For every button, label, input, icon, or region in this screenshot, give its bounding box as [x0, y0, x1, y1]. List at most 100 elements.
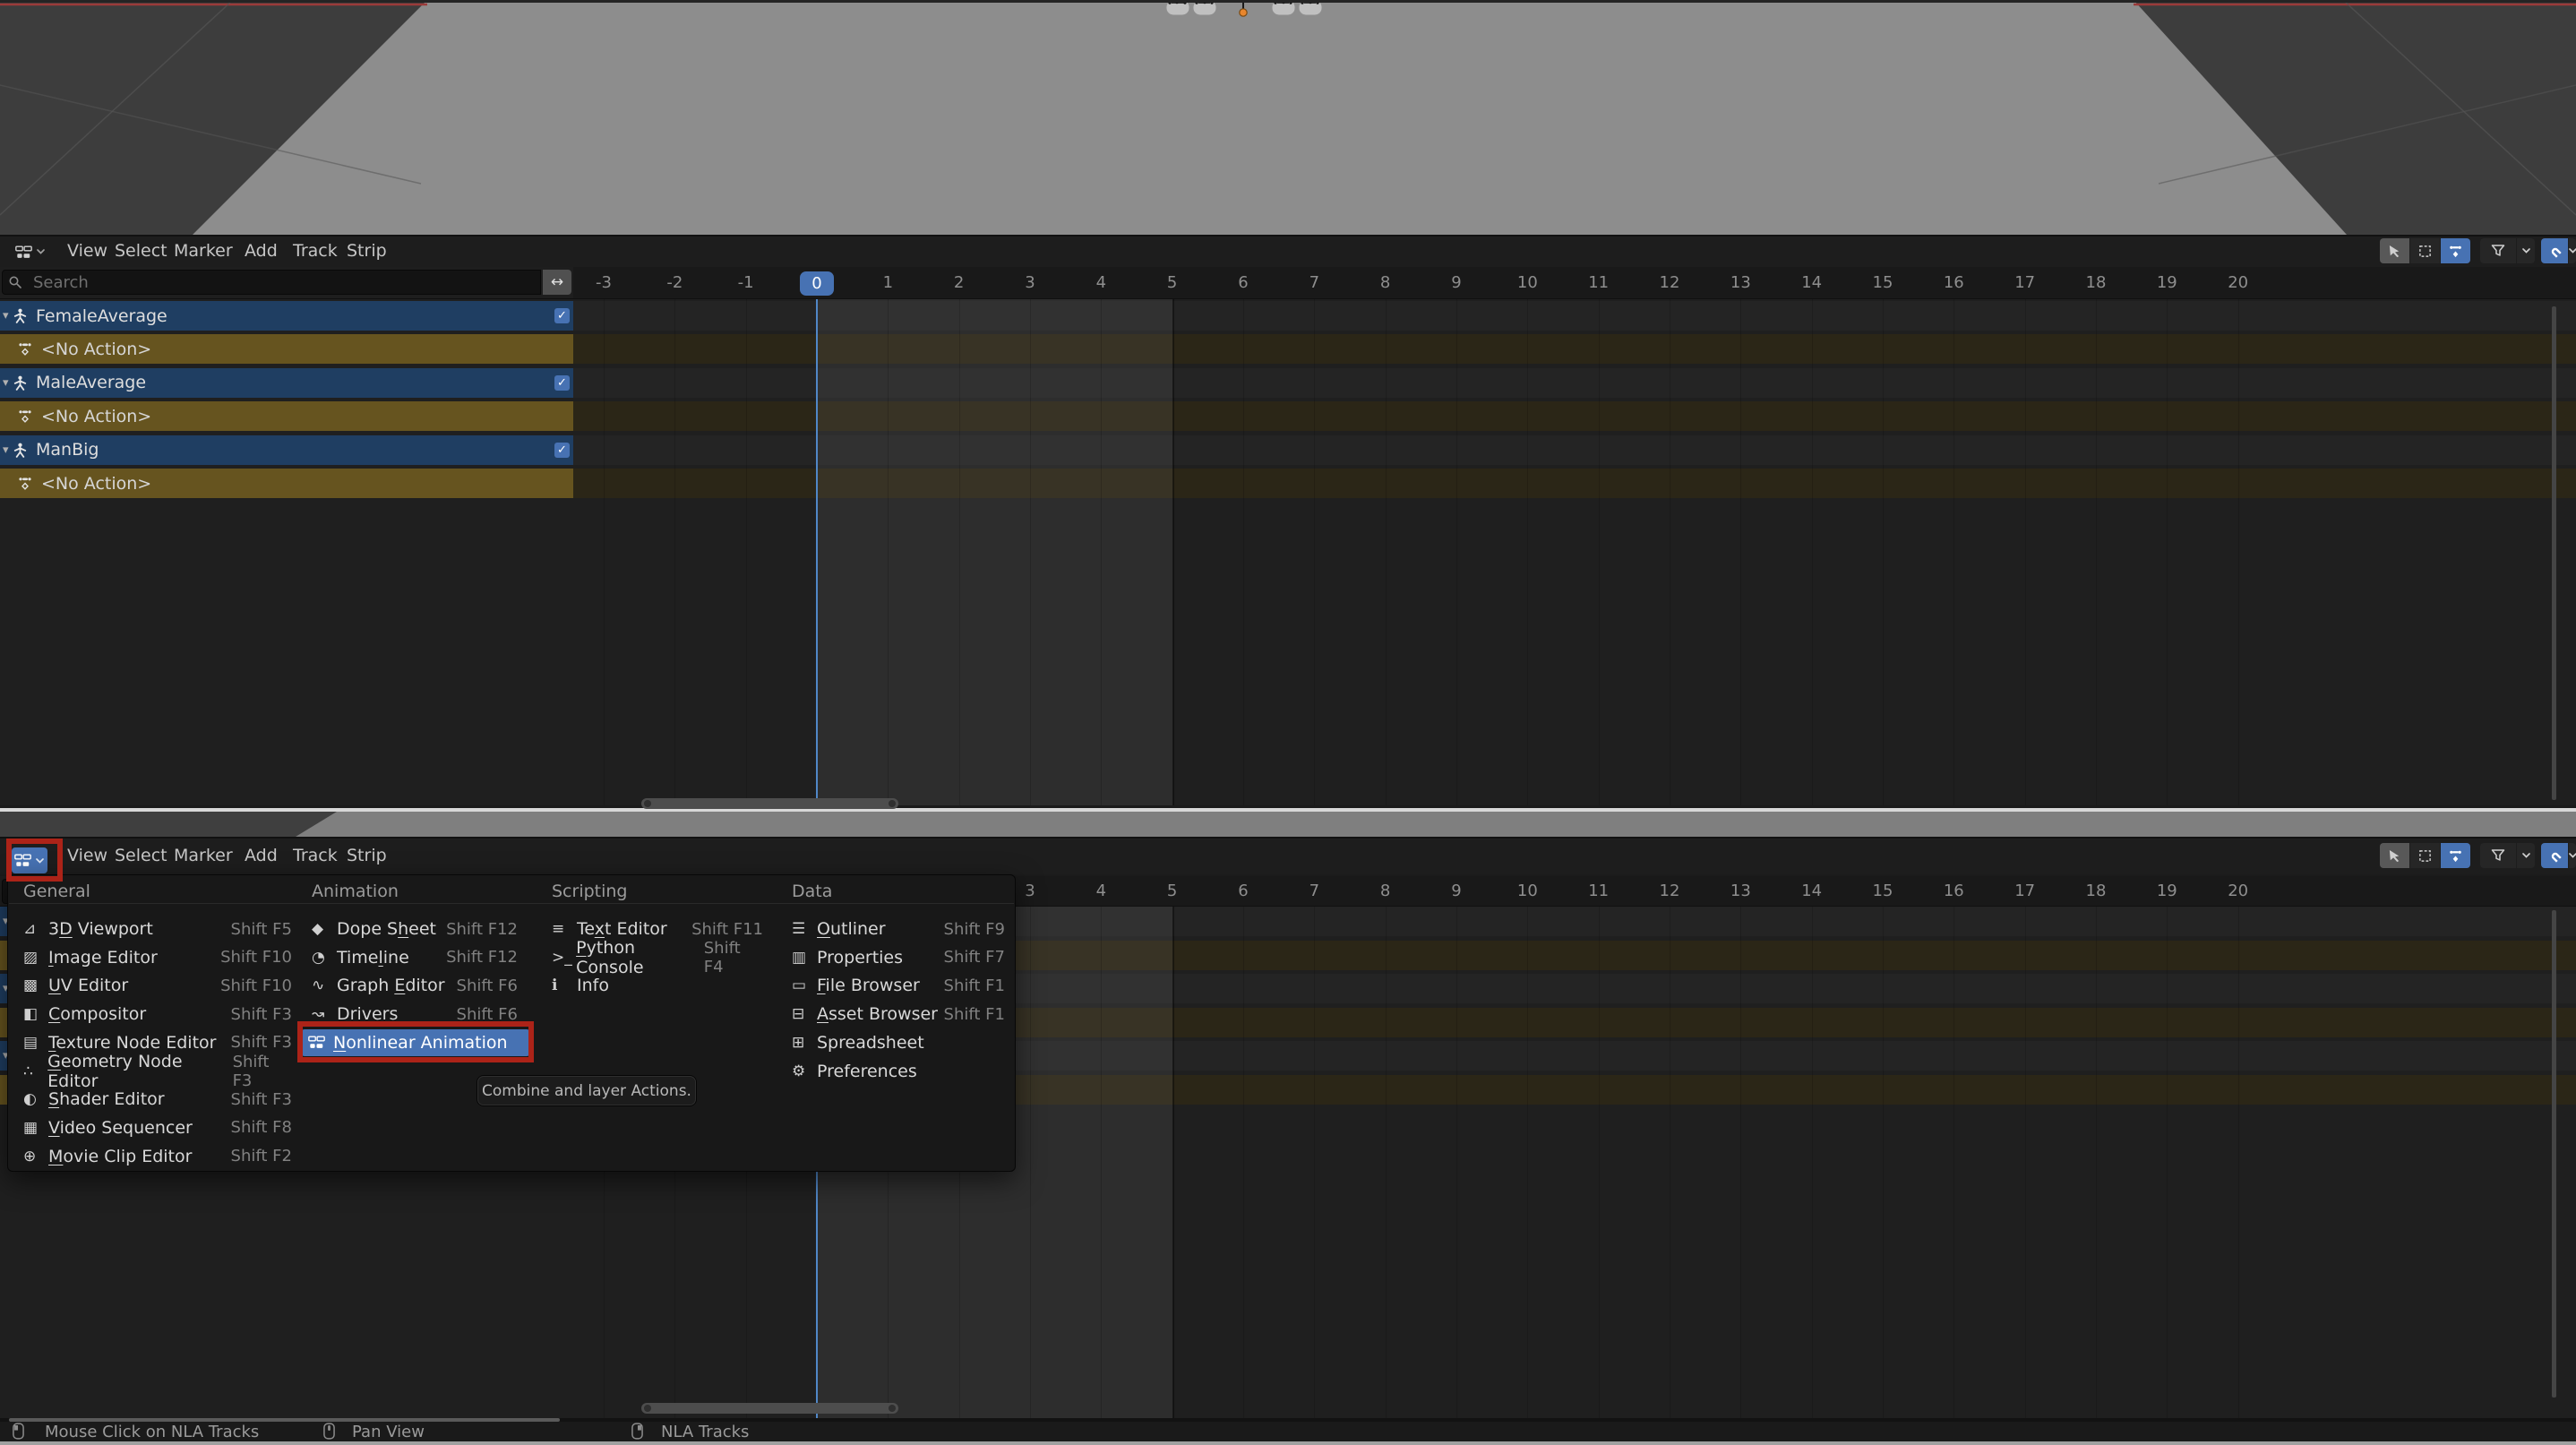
box-select-tool-button-bottom[interactable]: [2410, 843, 2440, 868]
horizontal-scrollbar-bottom[interactable]: [641, 1403, 898, 1414]
movie-clip-editor-icon: ⊕: [23, 1148, 48, 1165]
snapping-button-top[interactable]: [2541, 238, 2568, 263]
track-row[interactable]: ▾ ManBig ✓: [0, 435, 573, 465]
track-enable-checkbox[interactable]: ✓: [554, 443, 570, 458]
3d-viewport[interactable]: [0, 0, 2576, 235]
vertical-scrollbar-top[interactable]: [2552, 306, 2556, 800]
menu-item-file-browser[interactable]: ▭File BrowserShift F1: [792, 972, 1005, 999]
ruler-tick: 10: [1517, 272, 1538, 294]
frame-gridline: [1314, 299, 1315, 805]
search-input[interactable]: [2, 270, 541, 295]
expand-search-button[interactable]: ↔: [543, 270, 571, 295]
menu-item-asset-browser[interactable]: ⊟Asset BrowserShift F1: [792, 1001, 1005, 1028]
snapping-button-bottom[interactable]: [2541, 843, 2568, 868]
action-strip-row[interactable]: <No Action>: [0, 469, 573, 498]
menu-item-video-sequencer[interactable]: ▦Video SequencerShift F8: [23, 1114, 292, 1141]
ruler-tick: 9: [1451, 272, 1461, 294]
menu-item-label: Outliner: [817, 919, 886, 939]
ruler-top[interactable]: -3-2-101234567891011121314151617181920: [573, 267, 2576, 299]
menu-item-properties[interactable]: ▥PropertiesShift F7: [792, 944, 1005, 971]
tweak-tool-button-top[interactable]: [2380, 238, 2409, 263]
track-row[interactable]: ▾MaleAverage✓: [0, 368, 573, 398]
menu-select-bottom[interactable]: Select: [115, 837, 167, 874]
menu-select-top[interactable]: Select: [115, 235, 167, 267]
expand-arrow-icon[interactable]: ▾: [3, 377, 9, 389]
menu-item-outliner[interactable]: ☰OutlinerShift F9: [792, 916, 1005, 942]
snapping-dropdown-button-top[interactable]: [2569, 238, 2576, 263]
current-frame-badge[interactable]: 0: [800, 271, 834, 296]
magnet-icon: [2548, 245, 2562, 258]
action-strip-name: <No Action>: [41, 340, 151, 359]
box-select-tool-button-top[interactable]: [2410, 238, 2440, 263]
menu-item-dope-sheet[interactable]: ◆Dope SheetShift F12: [312, 916, 518, 942]
menu-item-preferences[interactable]: ⚙Preferences: [792, 1058, 1005, 1085]
viewport-sliver[interactable]: [0, 812, 2576, 837]
menu-item-compositor[interactable]: ◧CompositorShift F3: [23, 1001, 292, 1028]
character-feet[interactable]: [1155, 0, 1335, 22]
horizontal-scrollbar-top[interactable]: [641, 798, 898, 809]
uv-editor-icon: ▩: [23, 976, 48, 994]
action-strip-row[interactable]: <No Action>: [0, 401, 573, 431]
menu-marker-top[interactable]: Marker: [174, 235, 233, 267]
track-name: ManBig: [36, 440, 99, 460]
filter-button-top[interactable]: [2480, 238, 2516, 263]
track-row[interactable]: ▾ FemaleAverage ✓: [0, 301, 573, 331]
menu-item-uv-editor[interactable]: ▩UV EditorShift F10: [23, 972, 292, 999]
frame-gridline: [1101, 299, 1102, 805]
filter-dropdown-button-top[interactable]: [2517, 238, 2535, 263]
playhead-line[interactable]: [816, 299, 818, 805]
menu-item-movie-clip-editor[interactable]: ⊕Movie Clip EditorShift F2: [23, 1143, 292, 1170]
menu-item-graph-editor[interactable]: ∿Graph EditorShift F6: [312, 972, 518, 999]
menu-marker-bottom[interactable]: Marker: [174, 837, 233, 874]
menu-item-python-console[interactable]: >_Python ConsoleShift F4: [552, 944, 763, 971]
action-strip-row[interactable]: <No Action>: [0, 334, 573, 364]
strips-icon: [2449, 849, 2462, 863]
spreadsheet-icon: ⊞: [792, 1034, 817, 1052]
track-name: FemaleAverage: [36, 306, 167, 326]
ruler-tick: 6: [1238, 272, 1248, 294]
armature-icon: [13, 308, 28, 323]
track-enable-checkbox[interactable]: ✓: [554, 308, 570, 323]
vertical-scrollbar-bottom[interactable]: [2552, 910, 2556, 1398]
menu-item-label: File Browser: [817, 976, 920, 995]
expand-arrow-icon[interactable]: ▾: [3, 444, 9, 456]
menu-item-image-editor[interactable]: ▨Image EditorShift F10: [23, 944, 292, 971]
menu-item-info[interactable]: ℹInfo: [552, 972, 763, 999]
strip-select-tool-button-bottom[interactable]: [2441, 843, 2470, 868]
ruler-tick: 14: [1801, 272, 1822, 294]
expand-arrow-icon[interactable]: ▾: [3, 310, 9, 322]
menu-view-top[interactable]: View: [67, 235, 107, 267]
frame-gridline: [1527, 299, 1528, 805]
filter-dropdown-button-bottom[interactable]: [2517, 843, 2535, 868]
timeline-area-top[interactable]: ▾FemaleAverage✓<No Action>▾MaleAverage✓<…: [0, 299, 2576, 805]
editor-type-button-top[interactable]: [7, 238, 54, 265]
chevron-down-icon: [36, 248, 46, 255]
menu-item-label: Preferences: [817, 1062, 917, 1081]
menu-item-spreadsheet[interactable]: ⊞Spreadsheet: [792, 1029, 1005, 1056]
menu-item-timeline[interactable]: ◔TimelineShift F12: [312, 944, 518, 971]
menu-item-label: Spreadsheet: [817, 1033, 924, 1053]
filter-button-bottom[interactable]: [2480, 843, 2516, 868]
menu-track-top[interactable]: Track: [293, 235, 338, 267]
menu-track-bottom[interactable]: Track: [293, 837, 338, 874]
menu-strip-top[interactable]: Strip: [347, 235, 387, 267]
menu-item-3d-viewport[interactable]: ⊿3D ViewportShift F5: [23, 916, 292, 942]
menu-item-shortcut: Shift F1: [944, 976, 1005, 995]
search-row-top: ↔: [0, 267, 573, 299]
strip-select-tool-button-top[interactable]: [2441, 238, 2470, 263]
menu-strip-bottom[interactable]: Strip: [347, 837, 387, 874]
ruler-tick: 13: [1730, 881, 1751, 902]
track-enable-checkbox[interactable]: ✓: [554, 375, 570, 391]
menu-item-shader-editor[interactable]: ◐Shader EditorShift F3: [23, 1086, 292, 1113]
scrollbar-end-dot: [644, 800, 651, 807]
menu-item-geometry-node-editor[interactable]: ∴Geometry Node EditorShift F3: [23, 1058, 292, 1085]
geometry-node-editor-icon: ∴: [23, 1062, 47, 1080]
menu-add-top[interactable]: Add: [245, 235, 278, 267]
snapping-dropdown-button-bottom[interactable]: [2569, 843, 2576, 868]
frame-gridline: [1812, 907, 1813, 1418]
menu-add-bottom[interactable]: Add: [245, 837, 278, 874]
menu-item-label: UV Editor: [48, 976, 128, 995]
tweak-tool-button-bottom[interactable]: [2380, 843, 2409, 868]
menu-item-shortcut: Shift F3: [233, 1053, 292, 1090]
menu-view-bottom[interactable]: View: [67, 837, 107, 874]
